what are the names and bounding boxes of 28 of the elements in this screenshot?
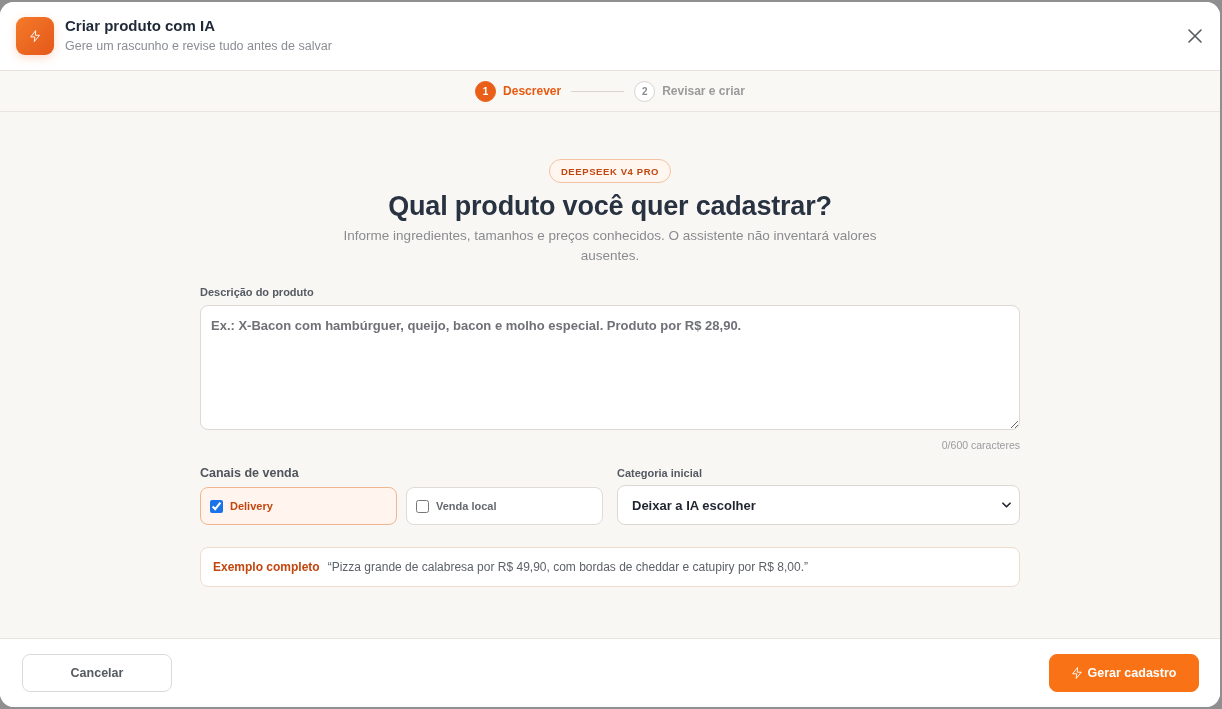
chevron-down-icon [1002,502,1011,508]
channel-option[interactable]: Venda local [406,487,603,525]
category-select[interactable]: Deixar a IA escolher [617,485,1020,525]
intro-description: Informe ingredientes, tamanhos e preços conhecidos. O assistente não inventará valores ausentes. [342,227,878,265]
modal-subtitle: Gere um rascunho e revise tudo antes de salvar [65,39,333,53]
example-text: “Pizza grande de calabresa por R$ 49,90, com bordas de cheddar e catupiry por R$ 8,00.” [327,560,808,574]
description-input[interactable]: Ex.: X-Bacon com hambúrguer, queijo, bacon e molho especial. Produto por R$ 28,90. [200,305,1020,430]
page-heading: Qual produto você quer cadastrar? [388,190,832,222]
close-button[interactable] [1188,29,1202,43]
checkbox[interactable] [210,499,223,513]
step-number: 1 [475,80,497,102]
example-label: Exemplo completo [213,560,320,574]
character-counter: 0/600 caracteres [941,439,1020,451]
step-label: Descrever [503,84,562,98]
channel-option[interactable]: Delivery [200,487,397,525]
modal-title: Criar produto com IA [65,17,216,34]
step-number: 2 [634,80,656,102]
field-label: Categoria inicial [617,467,703,479]
close-icon [1188,29,1202,43]
checkbox[interactable] [416,499,429,513]
field-label: Canais de venda [200,466,300,480]
step-label: Revisar e criar [662,84,745,98]
lightning-icon [16,17,54,55]
cancel-button[interactable]: Cancelar [22,654,172,692]
step-connector [571,90,625,92]
model-badge: DEEPSEEK V4 PRO [548,159,672,183]
lightning-icon [1071,667,1082,679]
field-label: Descrição do produto [200,286,315,298]
